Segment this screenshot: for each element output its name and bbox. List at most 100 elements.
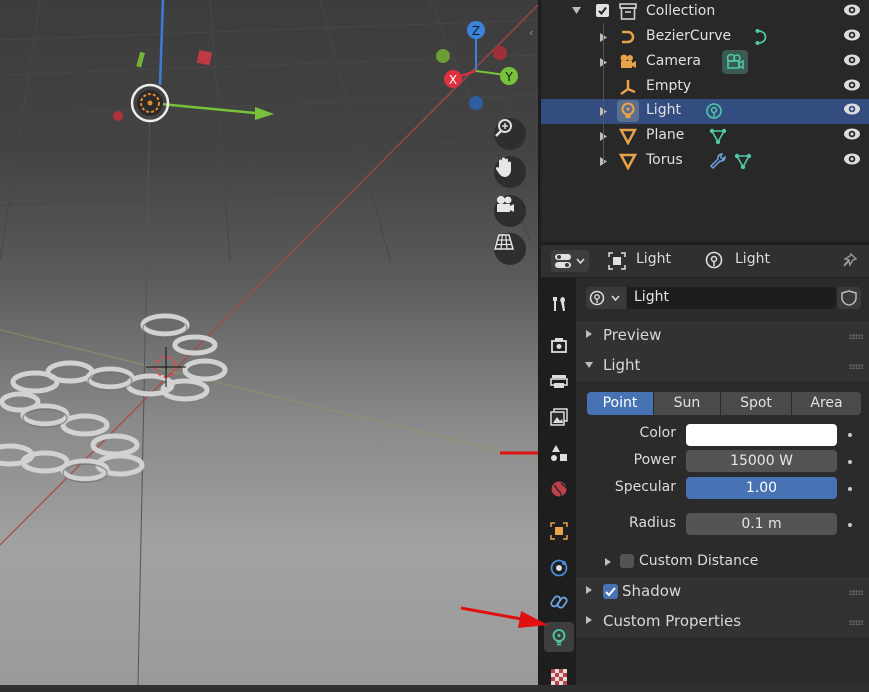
outliner-label-plane: Plane <box>646 127 685 143</box>
visibility-eye-icon[interactable] <box>843 102 861 116</box>
outliner[interactable]: Collection BezierCurve Camera Empty Ligh… <box>541 0 869 242</box>
curve-data-icon[interactable] <box>754 28 772 46</box>
panel-preview-header[interactable]: Preview <box>576 321 869 351</box>
viewport-scene: Z Y X <box>0 0 538 685</box>
tab-output[interactable] <box>544 366 574 396</box>
outliner-label-camera: Camera <box>646 53 701 69</box>
tab-object[interactable] <box>544 516 574 546</box>
custom-distance-label: Custom Distance <box>639 553 759 569</box>
texture-checker-icon <box>551 669 567 685</box>
camera-data-button[interactable] <box>722 50 748 74</box>
light-bulb-icon <box>621 102 635 118</box>
outliner-label-torus: Torus <box>646 152 683 168</box>
keyframe-dot-icon[interactable] <box>848 487 852 491</box>
keyframe-dot-icon[interactable] <box>848 460 852 464</box>
expand-down-icon[interactable] <box>572 7 581 15</box>
light-data-icon[interactable] <box>705 251 723 271</box>
outliner-row-torus[interactable]: Torus <box>541 149 869 174</box>
visibility-eye-icon[interactable] <box>843 53 861 67</box>
drag-handle-icon[interactable] <box>849 590 863 595</box>
panel-custom-properties-title: Custom Properties <box>603 612 742 630</box>
drag-handle-icon[interactable] <box>849 620 863 625</box>
tab-render[interactable] <box>544 330 574 360</box>
panel-custom-properties-header[interactable]: Custom Properties <box>576 607 869 637</box>
annotation-arrow-light-tab <box>460 606 548 628</box>
panel-light-title: Light <box>603 356 641 374</box>
properties-editor-icon <box>555 254 571 268</box>
light-object[interactable] <box>113 0 274 123</box>
outliner-label-light: Light <box>646 102 681 118</box>
visibility-eye-icon[interactable] <box>843 3 861 17</box>
keyframe-dot-icon[interactable] <box>848 433 852 437</box>
shadow-checkbox[interactable] <box>603 584 618 599</box>
radius-field[interactable]: 0.1 m <box>686 513 837 535</box>
drag-handle-icon[interactable] <box>849 364 863 369</box>
hand-pan-icon[interactable] <box>494 156 526 188</box>
panel-shadow-header[interactable]: Shadow <box>576 577 869 607</box>
light-object-button[interactable] <box>617 100 639 122</box>
collapse-chevron-icon[interactable]: ‹ <box>529 26 533 39</box>
light-data-icon <box>589 290 605 306</box>
visibility-eye-icon[interactable] <box>843 152 861 166</box>
tab-scene[interactable] <box>544 438 574 468</box>
object-icon <box>550 522 568 540</box>
keyframe-dot-icon[interactable] <box>848 523 852 527</box>
panel-light-header[interactable]: Light <box>576 351 869 381</box>
collection-checkbox[interactable] <box>596 4 609 17</box>
outliner-row-light[interactable]: Light <box>541 99 869 124</box>
chain-object[interactable] <box>0 313 228 482</box>
zoom-icon[interactable] <box>494 118 526 150</box>
empty-object-icon <box>620 80 636 96</box>
collapse-right-icon <box>586 616 592 624</box>
panel-preview-title: Preview <box>603 326 662 344</box>
3d-viewport[interactable]: Z Y X <box>0 0 538 685</box>
light-datablock-name-field[interactable]: Light <box>627 287 836 309</box>
curve-object-icon <box>622 30 635 44</box>
wrench-modifier-icon[interactable] <box>709 152 727 170</box>
tab-tool[interactable] <box>544 289 574 319</box>
visibility-eye-icon[interactable] <box>843 127 861 141</box>
editor-type-button[interactable] <box>551 250 589 272</box>
tab-physics[interactable] <box>544 553 574 583</box>
light-type-point[interactable]: Point <box>587 392 653 415</box>
light-type-area[interactable]: Area <box>792 392 861 415</box>
tab-texture[interactable] <box>544 662 574 692</box>
drag-handle-icon[interactable] <box>849 334 863 339</box>
collapse-right-icon <box>586 330 592 338</box>
custom-distance-checkbox[interactable] <box>620 554 634 568</box>
light-data-icon[interactable] <box>705 102 723 120</box>
object-context-icon[interactable] <box>608 252 626 270</box>
outliner-row-beziercurve[interactable]: BezierCurve <box>541 25 869 50</box>
specular-slider[interactable]: 1.00 <box>686 477 837 499</box>
specular-label: Specular <box>614 479 676 495</box>
world-globe-icon <box>551 481 567 497</box>
subpanel-custom-distance-header[interactable]: Custom Distance <box>588 548 863 576</box>
expand-down-icon <box>585 362 593 368</box>
power-field[interactable]: 15000 W <box>686 450 837 472</box>
outliner-row-collection[interactable]: Collection <box>541 0 869 25</box>
camera-view-icon[interactable] <box>494 195 526 227</box>
light-datablock-browse[interactable] <box>586 287 626 309</box>
fake-user-button[interactable] <box>837 287 861 309</box>
outliner-row-empty[interactable]: Empty <box>541 75 869 100</box>
gizmo-y-label: Y <box>504 70 513 84</box>
outliner-row-camera[interactable]: Camera <box>541 50 869 75</box>
light-color-swatch[interactable] <box>686 424 837 446</box>
light-type-spot[interactable]: Spot <box>721 392 791 415</box>
properties-header: Light Light <box>541 245 869 278</box>
light-type-sun[interactable]: Sun <box>654 392 720 415</box>
panel-shadow-title: Shadow <box>622 582 682 600</box>
perspective-grid-icon[interactable] <box>494 233 526 265</box>
tab-world[interactable] <box>544 474 574 504</box>
gizmo-z-label: Z <box>472 24 480 38</box>
visibility-eye-icon[interactable] <box>843 78 861 92</box>
visibility-eye-icon[interactable] <box>843 28 861 42</box>
mesh-object-icon <box>619 153 637 170</box>
mesh-data-icon[interactable] <box>733 151 753 171</box>
datablock-name: Light <box>634 289 669 305</box>
annotation-arrow-power <box>500 451 538 455</box>
pin-icon[interactable] <box>840 252 858 270</box>
mesh-data-icon[interactable] <box>708 126 728 146</box>
outliner-row-plane[interactable]: Plane <box>541 124 869 149</box>
tab-view-layer[interactable] <box>544 402 574 432</box>
